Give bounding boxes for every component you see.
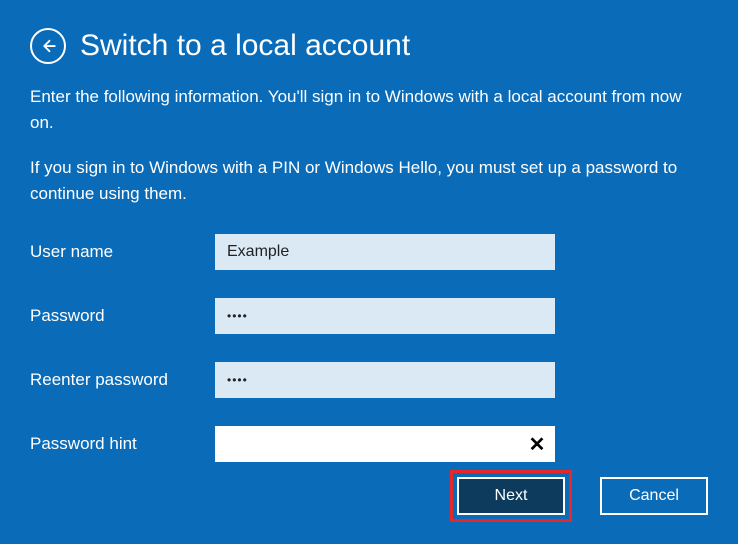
clear-hint-button[interactable]: ✕ xyxy=(519,426,555,462)
hint-input[interactable] xyxy=(215,426,519,462)
reenter-row: Reenter password xyxy=(30,362,708,398)
reenter-label: Reenter password xyxy=(30,370,215,390)
description-text: Enter the following information. You'll … xyxy=(30,84,708,135)
cancel-button[interactable]: Cancel xyxy=(600,477,708,515)
hint-field-wrap: ✕ xyxy=(215,426,555,462)
hint-row: Password hint ✕ xyxy=(30,426,708,462)
arrow-left-icon xyxy=(39,37,57,55)
page-title: Switch to a local account xyxy=(80,29,410,63)
password-input[interactable] xyxy=(215,298,555,334)
password-row: Password xyxy=(30,298,708,334)
hint-label: Password hint xyxy=(30,434,215,454)
account-form: User name Password Reenter password Pass… xyxy=(30,234,708,462)
back-button[interactable] xyxy=(30,28,66,64)
password-label: Password xyxy=(30,306,215,326)
page-header: Switch to a local account xyxy=(30,28,708,64)
reenter-password-input[interactable] xyxy=(215,362,555,398)
footer-buttons: Next Cancel xyxy=(450,470,708,522)
close-icon: ✕ xyxy=(529,432,546,457)
username-row: User name xyxy=(30,234,708,270)
username-label: User name xyxy=(30,242,215,262)
username-input[interactable] xyxy=(215,234,555,270)
next-highlight: Next xyxy=(450,470,572,522)
note-text: If you sign in to Windows with a PIN or … xyxy=(30,155,708,206)
next-button[interactable]: Next xyxy=(457,477,565,515)
